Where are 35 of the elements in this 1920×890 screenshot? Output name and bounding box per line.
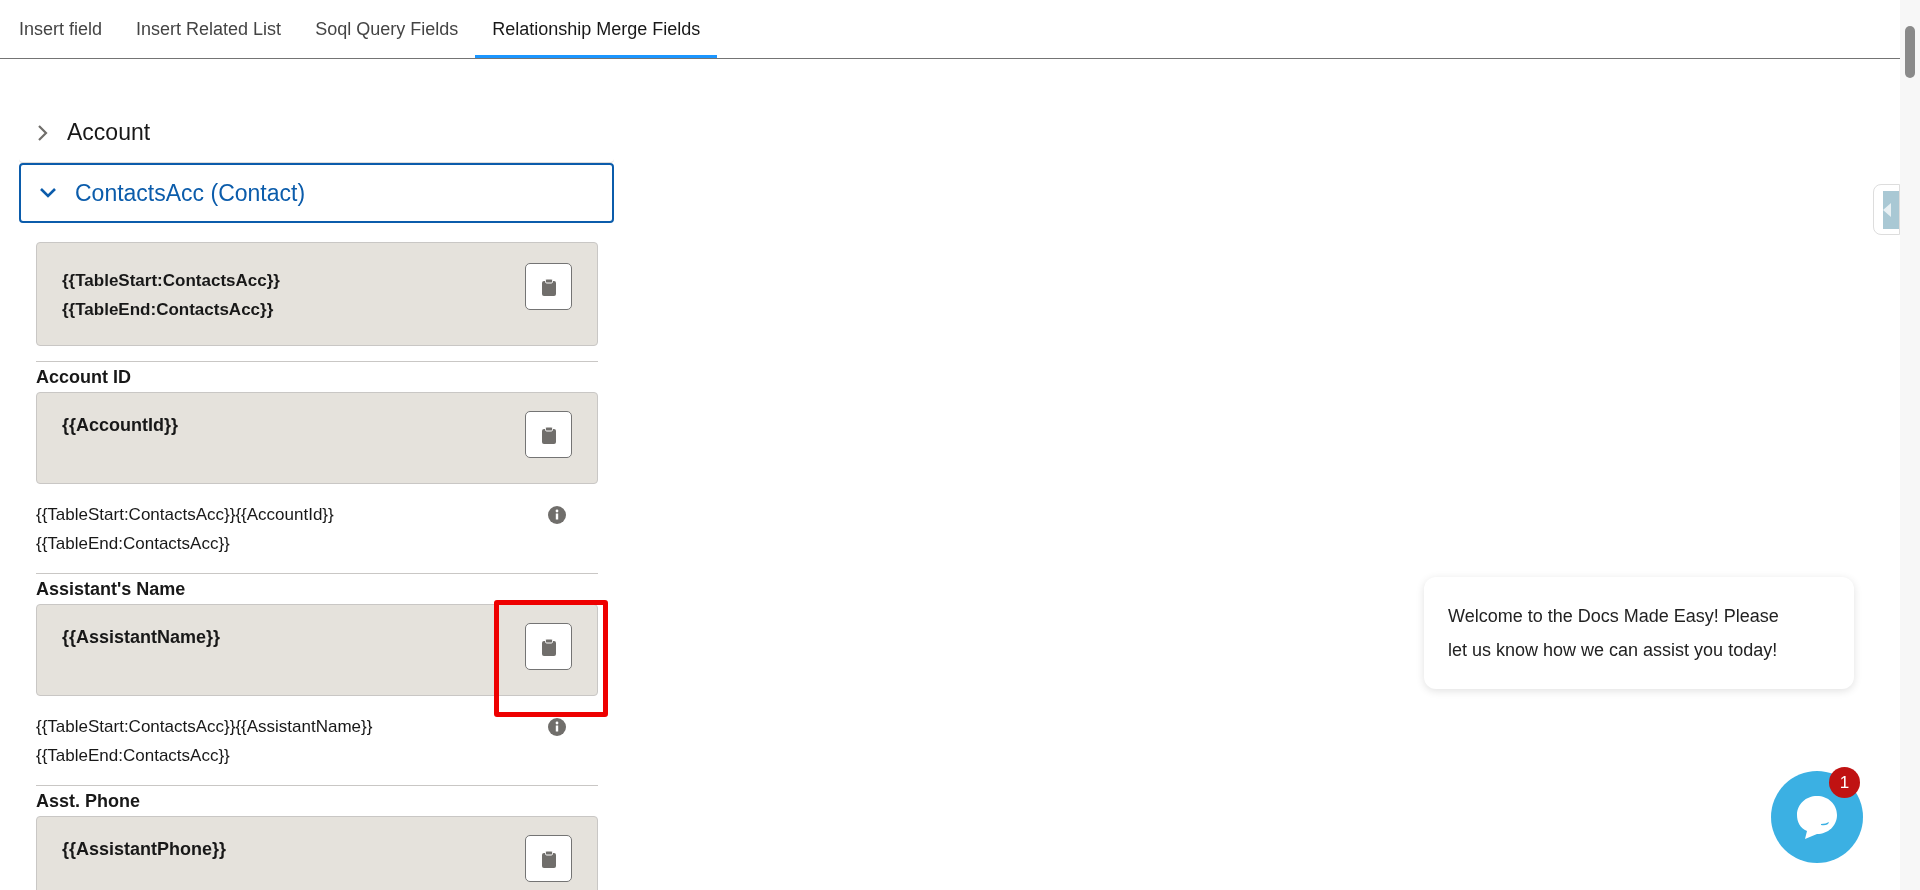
usage-code: {{TableStart:ContactsAcc}}{{AssistantName}} xyxy=(36,716,373,738)
clipboard-icon xyxy=(540,849,557,868)
usage-code: {{TableEnd:ContactsAcc}} xyxy=(36,745,231,767)
merge-code: {{AssistantPhone}} xyxy=(62,838,227,861)
copy-button[interactable] xyxy=(525,835,572,882)
field-label: Asst. Phone xyxy=(36,790,142,812)
copy-button[interactable] xyxy=(525,263,572,310)
caret-left-icon xyxy=(1883,202,1891,217)
usage-code: {{TableStart:ContactsAcc}}{{AccountId}} xyxy=(36,504,334,526)
merge-code: {{TableEnd:ContactsAcc}} xyxy=(62,299,275,321)
scrollbar[interactable] xyxy=(1900,0,1920,890)
chat-message: Welcome to the Docs Made Easy! Please let us know how we can assist you today! xyxy=(1424,577,1854,689)
merge-code: {{AccountId}} xyxy=(62,414,178,437)
tab[interactable]: Relationship Merge Fields xyxy=(475,0,718,58)
notification-badge: 1 xyxy=(1829,767,1860,798)
usage-code: {{TableEnd:ContactsAcc}} xyxy=(36,533,231,555)
tab[interactable]: Insert field xyxy=(2,0,120,58)
accordion-header[interactable]: ContactsAcc (Contact) xyxy=(19,163,614,223)
chevron-right-icon xyxy=(37,123,49,142)
copy-button[interactable] xyxy=(525,411,572,458)
chevron-down-icon xyxy=(39,187,57,199)
info-icon[interactable] xyxy=(548,718,566,736)
tab[interactable]: Insert Related List xyxy=(119,0,299,58)
clipboard-icon xyxy=(540,637,557,656)
merge-code: {{AssistantName}} xyxy=(62,626,221,649)
copy-button[interactable] xyxy=(525,623,572,670)
field-label: Assistant's Name xyxy=(36,578,187,600)
accordion-header[interactable]: Account xyxy=(19,103,614,163)
clipboard-icon xyxy=(540,425,557,444)
merge-code: {{TableStart:ContactsAcc}} xyxy=(62,270,280,292)
clipboard-icon xyxy=(540,277,557,296)
chat-bubble-icon xyxy=(1795,794,1839,840)
info-icon[interactable] xyxy=(548,506,566,524)
tab[interactable]: Soql Query Fields xyxy=(298,0,476,58)
field-label: Account ID xyxy=(36,366,132,388)
